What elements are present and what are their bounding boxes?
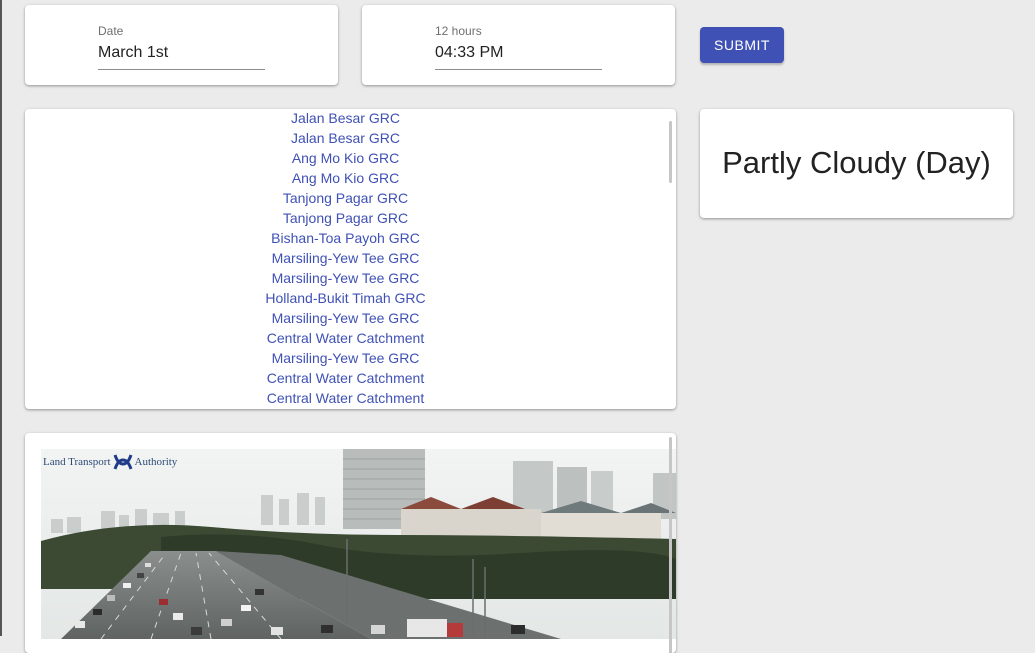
time-picker-card: 12 hours 04:33 PM: [362, 5, 675, 85]
area-list-item[interactable]: Central Water Catchment: [25, 329, 666, 349]
date-field[interactable]: Date March 1st: [98, 23, 265, 70]
area-list-item[interactable]: Tanjong Pagar GRC: [25, 189, 666, 209]
lta-logo-text-left: Land Transport: [43, 456, 111, 468]
area-list-item[interactable]: Central Water Catchment: [25, 369, 666, 389]
area-list-item[interactable]: Marsiling-Yew Tee GRC: [25, 349, 666, 369]
time-input[interactable]: 04:33 PM: [435, 39, 602, 70]
traffic-camera-card: Land Transport Authority: [25, 433, 676, 653]
area-list-item[interactable]: Marsiling-Yew Tee GRC: [25, 309, 666, 329]
window-edge: [0, 0, 2, 636]
area-list-item[interactable]: Bishan-Toa Payoh GRC: [25, 229, 666, 249]
area-list: Jalan Besar GRC Jalan Besar GRC Ang Mo K…: [25, 109, 666, 409]
date-input[interactable]: March 1st: [98, 39, 265, 70]
area-list-item[interactable]: Tanjong Pagar GRC: [25, 209, 666, 229]
area-list-item[interactable]: Jalan Besar GRC: [25, 129, 666, 149]
forecast-card: Partly Cloudy (Day): [700, 109, 1013, 218]
forecast-text: Partly Cloudy (Day): [722, 145, 991, 180]
date-picker-card: Date March 1st: [25, 5, 338, 85]
traffic-camera-image: Land Transport Authority: [41, 449, 676, 639]
lta-logo: Land Transport Authority: [43, 451, 177, 473]
area-list-item[interactable]: Holland-Bukit Timah GRC: [25, 289, 666, 309]
time-field[interactable]: 12 hours 04:33 PM: [435, 23, 602, 70]
lta-logo-text-right: Authority: [134, 456, 178, 468]
area-list-item[interactable]: Ang Mo Kio GRC: [25, 169, 666, 189]
date-label: Date: [98, 24, 124, 38]
area-list-item[interactable]: Marsiling-Yew Tee GRC: [25, 269, 666, 289]
area-list-item[interactable]: Central Water Catchment: [25, 389, 666, 409]
area-list-item[interactable]: Marsiling-Yew Tee GRC: [25, 249, 666, 269]
area-list-item[interactable]: Ang Mo Kio GRC: [25, 149, 666, 169]
time-label: 12 hours: [435, 24, 482, 38]
submit-button[interactable]: SUBMIT: [700, 27, 784, 63]
area-list-card: Jalan Besar GRC Jalan Besar GRC Ang Mo K…: [25, 109, 676, 409]
area-list-item[interactable]: Jalan Besar GRC: [25, 109, 666, 129]
area-list-scrollbar[interactable]: [669, 121, 672, 183]
lta-emblem-icon: [113, 454, 132, 470]
camera-card-scrollbar[interactable]: [669, 437, 672, 653]
